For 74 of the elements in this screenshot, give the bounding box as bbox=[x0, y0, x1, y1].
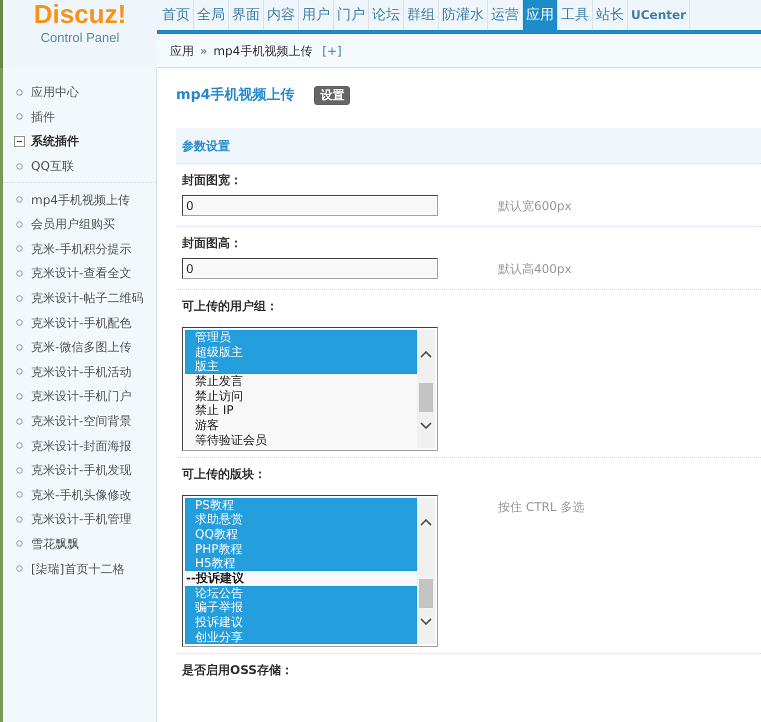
sidebar-item[interactable]: 雪花飘飘 bbox=[31, 534, 79, 553]
bullet-icon bbox=[16, 540, 23, 548]
sidebar-item[interactable]: 克米-手机头像修改 bbox=[31, 486, 132, 504]
scroll-up-icon[interactable] bbox=[420, 350, 432, 358]
option-group: --投诉建议 bbox=[185, 570, 417, 586]
bullet-icon bbox=[16, 113, 23, 120]
scroll-down-icon[interactable] bbox=[420, 422, 432, 430]
list-option[interactable]: 禁止访问 bbox=[185, 388, 417, 404]
field-label: 可上传的版块： bbox=[182, 466, 267, 482]
sidebar-item[interactable]: 克米设计-查看全文 bbox=[31, 264, 132, 282]
sidebar-item[interactable]: 克米设计-手机门户 bbox=[31, 387, 132, 406]
field-label: 可上传的用户组： bbox=[182, 298, 279, 315]
bullet-icon bbox=[16, 245, 23, 252]
sidebar-item[interactable]: QQ互联 bbox=[31, 157, 74, 176]
list-option[interactable]: 禁止发言 bbox=[185, 374, 417, 389]
scroll-up-icon[interactable] bbox=[420, 518, 432, 526]
text-field[interactable]: 0 bbox=[182, 195, 438, 216]
sidebar-item[interactable]: 插件 bbox=[31, 108, 55, 126]
settings-button[interactable]: 设置 bbox=[314, 86, 350, 104]
scroll-thumb[interactable] bbox=[419, 382, 433, 412]
collapse-icon[interactable] bbox=[14, 136, 25, 147]
nav-tab[interactable]: 应用 bbox=[523, 0, 558, 30]
sidebar-item[interactable]: 克米设计-手机活动 bbox=[31, 362, 132, 381]
field-hint: 默认宽600px bbox=[498, 198, 572, 214]
bullet-icon bbox=[16, 88, 23, 96]
sidebar-item[interactable]: 克米设计-手机发现 bbox=[31, 461, 132, 480]
sidebar-group[interactable]: 系统插件 bbox=[31, 132, 79, 150]
field-hint: 按住 CTRL 多选 bbox=[498, 498, 584, 516]
bullet-icon bbox=[16, 319, 23, 326]
sidebar-item[interactable]: mp4手机视频上传 bbox=[31, 190, 130, 209]
field-label: 是否启用OSS存储： bbox=[182, 662, 294, 680]
bullet-icon bbox=[16, 392, 23, 400]
logo: Discuz! bbox=[34, 0, 126, 28]
list-option[interactable]: 等待验证会员 bbox=[185, 432, 417, 448]
section-header: 参数设置 bbox=[176, 128, 761, 164]
scroll-thumb[interactable] bbox=[419, 579, 433, 608]
add-shortcut-link[interactable]: [+] bbox=[322, 42, 342, 60]
bullet-icon bbox=[16, 270, 23, 277]
bullet-icon bbox=[16, 196, 23, 204]
field-hint: 默认高400px bbox=[498, 260, 572, 278]
bullet-icon bbox=[16, 220, 23, 228]
bullet-icon bbox=[16, 516, 23, 523]
bullet-icon bbox=[16, 418, 23, 425]
field-label: 封面图高： bbox=[182, 235, 243, 252]
breadcrumb-link[interactable]: 应用 bbox=[170, 42, 194, 60]
sidebar-item[interactable]: 克米设计-封面海报 bbox=[31, 436, 132, 455]
field-label: 封面图宽： bbox=[182, 172, 243, 189]
bullet-icon bbox=[16, 294, 23, 302]
scroll-down-icon[interactable] bbox=[420, 618, 432, 626]
breadcrumb-current: mp4手机视频上传 bbox=[213, 42, 312, 60]
sidebar-item[interactable]: 克米-微信多图上传 bbox=[31, 338, 132, 356]
bullet-icon bbox=[16, 491, 23, 498]
breadcrumb-separator: » bbox=[200, 42, 208, 60]
bullet-icon bbox=[16, 565, 23, 572]
bullet-icon bbox=[16, 162, 23, 170]
sidebar-item[interactable]: 克米设计-手机配色 bbox=[31, 314, 132, 332]
sidebar-item[interactable]: 克米设计-手机管理 bbox=[31, 510, 132, 528]
page-title: mp4手机视频上传 bbox=[176, 86, 294, 104]
text-field[interactable]: 0 bbox=[182, 258, 438, 279]
logo-subtitle: Control Panel bbox=[40, 29, 120, 47]
list-option[interactable]: 禁止 IP bbox=[185, 403, 417, 418]
bullet-icon bbox=[16, 442, 23, 450]
bullet-icon bbox=[16, 344, 23, 351]
bullet-icon bbox=[16, 466, 23, 474]
sidebar-item[interactable]: 应用中心 bbox=[31, 83, 79, 102]
sidebar-item[interactable]: 克米-手机积分提示 bbox=[31, 240, 132, 258]
bullet-icon bbox=[16, 368, 23, 376]
list-option[interactable]: 游客 bbox=[185, 418, 417, 433]
sidebar-item[interactable]: 会员用户组购买 bbox=[31, 215, 115, 234]
multi-select-list[interactable]: PS教程 求助悬赏 QQ教程 PHP教程 H5教程 --投诉建议 论坛公告 骗子举报 投诉建议 创业分享 bbox=[182, 494, 438, 648]
sidebar-item[interactable]: [柒瑞]首页十二格 bbox=[31, 560, 124, 578]
multi-select-list[interactable]: 管理员 超级版主 版主 禁止发言 禁止访问 禁止 IP 游客 等待验证会员 bbox=[182, 327, 438, 450]
sidebar-item[interactable]: 克米设计-帖子二维码 bbox=[31, 289, 144, 308]
sidebar-item[interactable]: 克米设计-空间背景 bbox=[31, 412, 132, 430]
